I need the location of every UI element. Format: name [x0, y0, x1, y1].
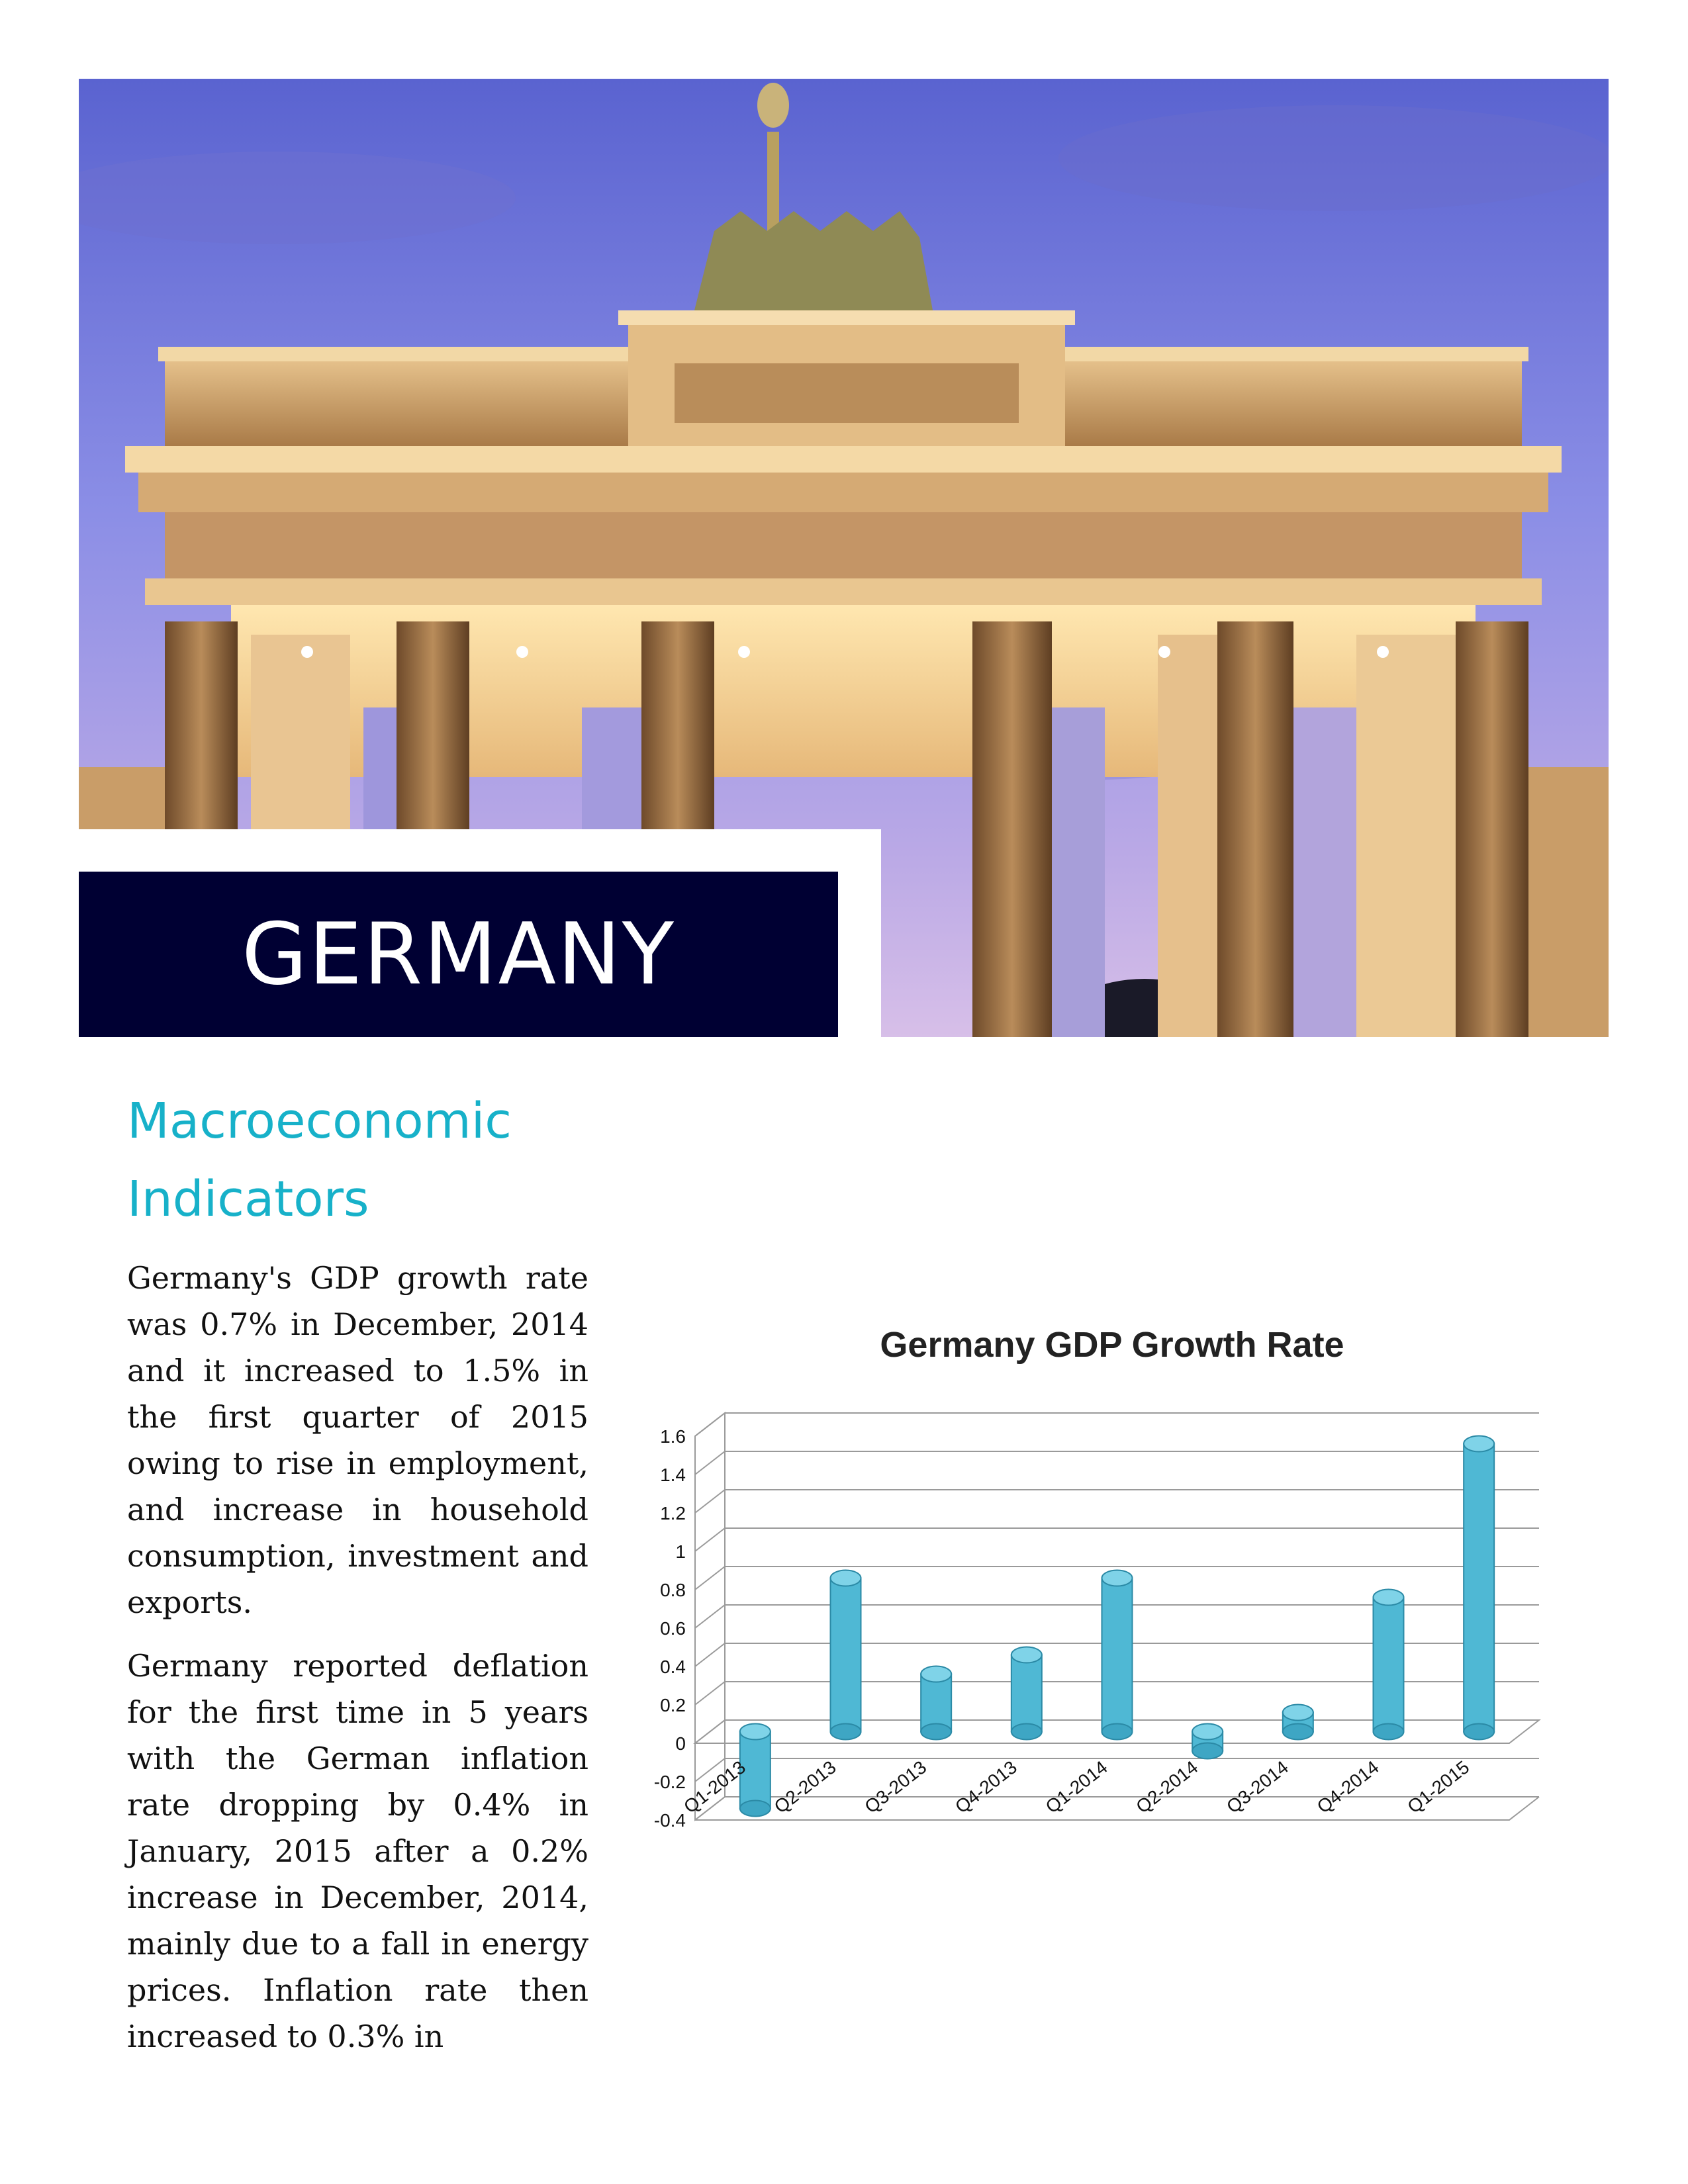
chart-y-tick-label: 0.6: [660, 1618, 686, 1639]
chart-bar: [1010, 1646, 1043, 1741]
chart-y-tick-label: 1.6: [660, 1426, 686, 1447]
chart-y-tick-label: 1.4: [660, 1465, 686, 1485]
gdp-chart: Germany GDP Growth Rate -0.4 -0.2 0 0.2 0.4 0…: [629, 1310, 1589, 1906]
chart-y-tick-label: -0.2: [654, 1772, 686, 1792]
chart-x-tick-label: Q2-2014: [1132, 1756, 1201, 1817]
chart-x-tick-label: Q2-2013: [771, 1756, 840, 1817]
chart-x-tick-label: Q4-2013: [951, 1756, 1021, 1817]
title-block: GERMANY: [79, 829, 881, 1037]
chart-y-tick-label: 0.2: [660, 1695, 686, 1715]
chart-gridline: [694, 1489, 1539, 1514]
chart-y-tick-label: -0.4: [654, 1810, 686, 1831]
chart-gridline: [694, 1412, 1539, 1437]
country-title: GERMANY: [242, 905, 675, 1004]
chart-x-tick-label: Q3-2014: [1223, 1756, 1292, 1817]
paragraph-gdp: Germany's GDP growth rate was 0.7% in De…: [127, 1260, 588, 1620]
chart-y-tick-label: 0: [675, 1733, 686, 1754]
chart-bar: [1192, 1723, 1224, 1760]
chart-bar: [829, 1569, 862, 1741]
chart-bar: [1282, 1704, 1314, 1741]
chart-y-tick-label: 1.2: [660, 1503, 686, 1524]
chart-gridline: [694, 1451, 1539, 1475]
chart-bar: [1101, 1569, 1133, 1741]
chart-bar: [1372, 1588, 1405, 1741]
chart-title: Germany GDP Growth Rate: [880, 1325, 1344, 1365]
chart-y-tick-label: 0.4: [660, 1657, 686, 1677]
chart-y-tick-label: 0.8: [660, 1580, 686, 1600]
paragraph-inflation: Germany reported deflation for the first…: [127, 1648, 588, 2054]
chart-x-tick-label: Q1-2015: [1403, 1756, 1473, 1817]
chart-y-tick-label: 1: [675, 1541, 686, 1562]
chart-bar: [1463, 1435, 1495, 1741]
chart-bar: [920, 1665, 953, 1741]
section-title: Macroeconomic Indicators: [127, 1093, 512, 1228]
chart-x-tick-label: Q1-2014: [1042, 1756, 1111, 1817]
chart-gridline: [694, 1527, 1539, 1552]
chart-x-tick-label: Q3-2013: [861, 1756, 930, 1817]
chart-x-tick-label: Q4-2014: [1313, 1756, 1383, 1817]
country-title-box: GERMANY: [79, 872, 838, 1037]
gdp-chart-svg: Germany GDP Growth Rate -0.4 -0.2 0 0.2 0.4 0…: [654, 1325, 1541, 1831]
